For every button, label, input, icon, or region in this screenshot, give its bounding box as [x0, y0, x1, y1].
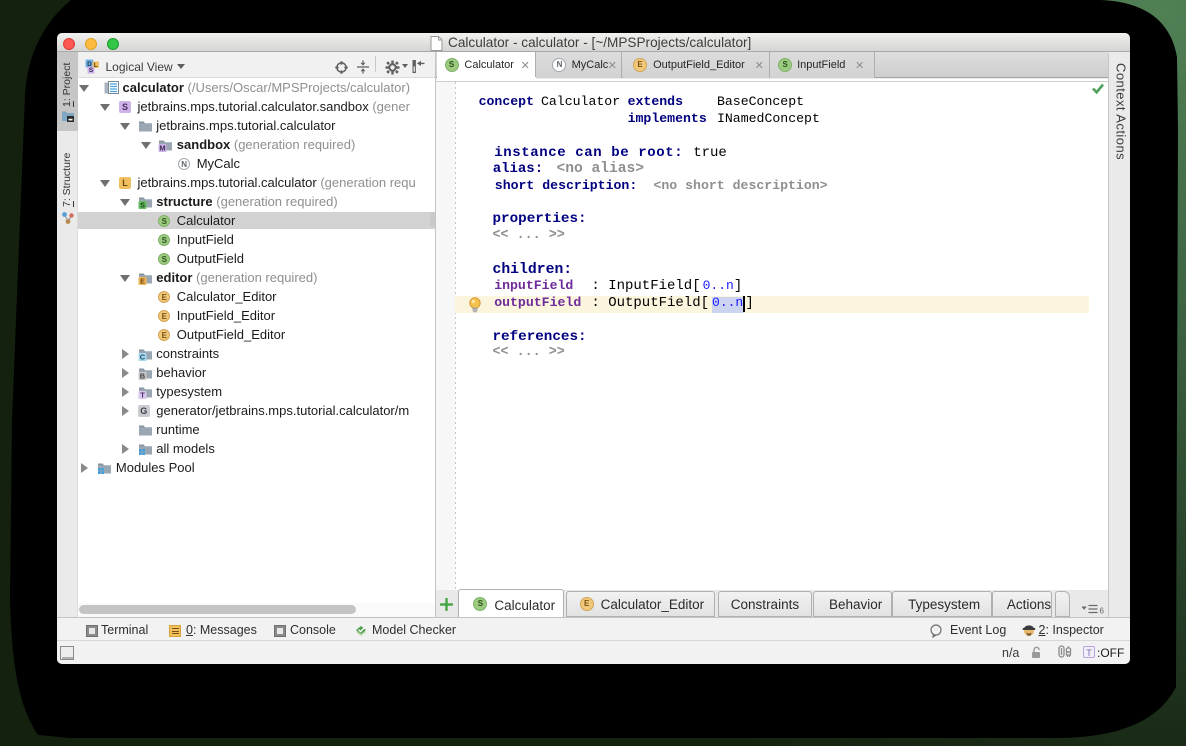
- svg-text:M: M: [160, 143, 166, 151]
- svg-text:S: S: [89, 67, 94, 74]
- svg-text:B: B: [140, 371, 146, 379]
- svg-text:S: S: [140, 200, 145, 208]
- svg-text:E: E: [140, 276, 145, 284]
- svg-text:T: T: [140, 390, 145, 398]
- svg-text:6: 6: [1100, 607, 1105, 615]
- svg-text:C: C: [140, 352, 146, 360]
